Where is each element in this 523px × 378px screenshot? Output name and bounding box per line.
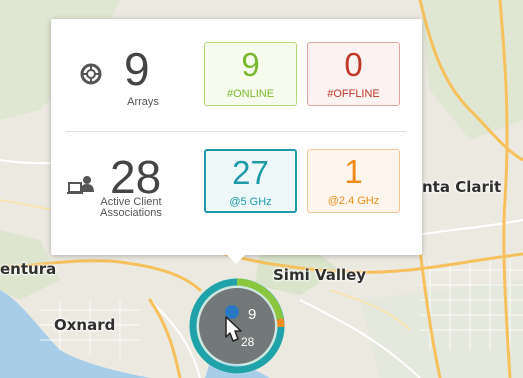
place-label-ventura: entura	[0, 260, 57, 278]
offline-box[interactable]: 0 #OFFLINE	[307, 42, 400, 106]
online-value: 9	[241, 46, 260, 83]
ghz5-box[interactable]: 27 @5 GHz	[204, 149, 297, 213]
ghz5-label: @5 GHz	[229, 196, 272, 208]
clients-count: 28	[110, 151, 162, 203]
ghz24-box[interactable]: 1 @2.4 GHz	[307, 149, 400, 213]
arrays-label: Arrays	[127, 96, 159, 108]
offline-label: #OFFLINE	[327, 88, 380, 100]
popup-pointer	[225, 253, 247, 264]
online-label: #ONLINE	[226, 88, 275, 100]
client-user-icon	[67, 176, 94, 194]
online-box[interactable]: 9 #ONLINE	[204, 42, 297, 106]
cluster-clients-count: 28	[241, 335, 255, 349]
place-label-santa-clarita: nta Clarit	[422, 178, 502, 196]
array-icon	[80, 63, 102, 85]
cluster-marker[interactable]: 9 28	[186, 275, 288, 377]
ghz5-value: 27	[232, 154, 269, 191]
offline-value: 0	[344, 46, 363, 83]
popup-divider	[66, 131, 406, 132]
clients-label-line2: Associations	[100, 207, 162, 219]
ghz24-label: @2.4 GHz	[327, 195, 380, 207]
ghz24-value: 1	[344, 153, 363, 190]
place-label-oxnard: Oxnard	[54, 316, 116, 334]
clients-label: Active Client Associations	[91, 197, 171, 219]
cluster-arrays-count: 9	[248, 306, 256, 323]
cluster-stats-popup: 9 Arrays 9 #ONLINE 0 #OFFLINE 28 Active …	[51, 19, 422, 255]
arrays-count: 9	[124, 43, 150, 95]
